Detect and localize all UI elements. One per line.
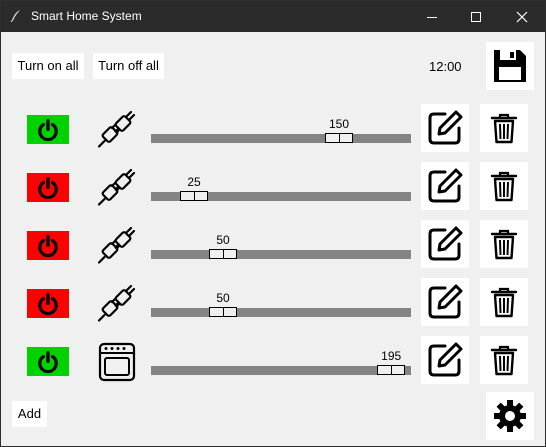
device-row: 195 <box>1 336 545 386</box>
trash-icon <box>490 113 518 144</box>
close-button[interactable] <box>499 1 545 32</box>
trash-icon <box>490 229 518 260</box>
slider-value: 25 <box>187 175 201 189</box>
slider-handle[interactable] <box>377 365 406 375</box>
slider-value: 50 <box>216 291 230 305</box>
edit-icon <box>428 342 463 377</box>
close-icon <box>516 11 528 22</box>
window-title: Smart Home System <box>31 9 142 23</box>
device-level-slider[interactable]: 195 <box>151 340 411 375</box>
slider-track[interactable] <box>151 250 411 259</box>
turn-on-all-button[interactable]: Turn on all <box>12 53 84 79</box>
power-icon <box>38 176 58 199</box>
add-device-button[interactable]: Add <box>12 401 47 427</box>
device-row: 50 <box>1 220 545 270</box>
power-toggle-button[interactable] <box>27 173 69 202</box>
app-window: Smart Home System Turn on all Turn off a… <box>0 0 546 447</box>
trash-icon <box>490 287 518 318</box>
edit-device-button[interactable] <box>421 336 469 384</box>
plug-icon <box>95 224 139 268</box>
edit-icon <box>428 168 463 203</box>
trash-icon <box>490 345 518 376</box>
edit-icon <box>428 284 463 319</box>
minimize-button[interactable] <box>409 1 455 32</box>
delete-device-button[interactable] <box>480 220 528 268</box>
slider-value: 195 <box>381 349 402 363</box>
edit-device-button[interactable] <box>421 104 469 152</box>
clock-time: 12:00 <box>429 59 462 74</box>
device-level-slider[interactable]: 50 <box>151 224 411 259</box>
device-row: 50 <box>1 278 545 328</box>
slider-handle[interactable] <box>209 307 237 317</box>
edit-device-button[interactable] <box>421 220 469 268</box>
slider-track[interactable] <box>151 308 411 317</box>
plug-icon <box>95 166 139 210</box>
device-row: 25 <box>1 162 545 212</box>
delete-device-button[interactable] <box>480 278 528 326</box>
device-row: 150 <box>1 104 545 154</box>
power-icon <box>38 234 58 257</box>
power-toggle-button[interactable] <box>27 347 69 376</box>
turn-off-all-button[interactable]: Turn off all <box>93 53 164 79</box>
edit-icon <box>428 110 463 145</box>
delete-device-button[interactable] <box>480 162 528 210</box>
slider-track[interactable] <box>151 134 411 143</box>
power-icon <box>38 350 58 373</box>
plug-icon <box>95 282 139 326</box>
slider-handle[interactable] <box>180 191 208 201</box>
maximize-button[interactable] <box>453 1 499 32</box>
slider-track[interactable] <box>151 366 411 375</box>
delete-device-button[interactable] <box>480 336 528 384</box>
maximize-icon <box>471 11 481 22</box>
feather-icon <box>10 10 20 23</box>
slider-value: 50 <box>216 233 230 247</box>
delete-device-button[interactable] <box>480 104 528 152</box>
power-toggle-button[interactable] <box>27 231 69 260</box>
power-toggle-button[interactable] <box>27 289 69 318</box>
plug-icon <box>95 108 139 152</box>
power-icon <box>38 292 58 315</box>
device-level-slider[interactable]: 25 <box>151 166 411 201</box>
edit-icon <box>428 226 463 261</box>
power-icon <box>38 118 58 141</box>
floppy-disk-icon <box>494 50 526 82</box>
gear-icon <box>494 400 526 432</box>
device-level-slider[interactable]: 150 <box>151 108 411 143</box>
trash-icon <box>490 171 518 202</box>
oven-icon <box>95 340 139 384</box>
save-button[interactable] <box>486 42 534 90</box>
settings-button[interactable] <box>486 392 534 440</box>
slider-handle[interactable] <box>209 249 237 259</box>
edit-device-button[interactable] <box>421 278 469 326</box>
minimize-icon <box>427 16 437 18</box>
title-bar[interactable]: Smart Home System <box>1 1 545 32</box>
slider-handle[interactable] <box>325 133 353 143</box>
power-toggle-button[interactable] <box>27 115 69 144</box>
slider-value: 150 <box>328 117 350 131</box>
device-level-slider[interactable]: 50 <box>151 282 411 317</box>
edit-device-button[interactable] <box>421 162 469 210</box>
